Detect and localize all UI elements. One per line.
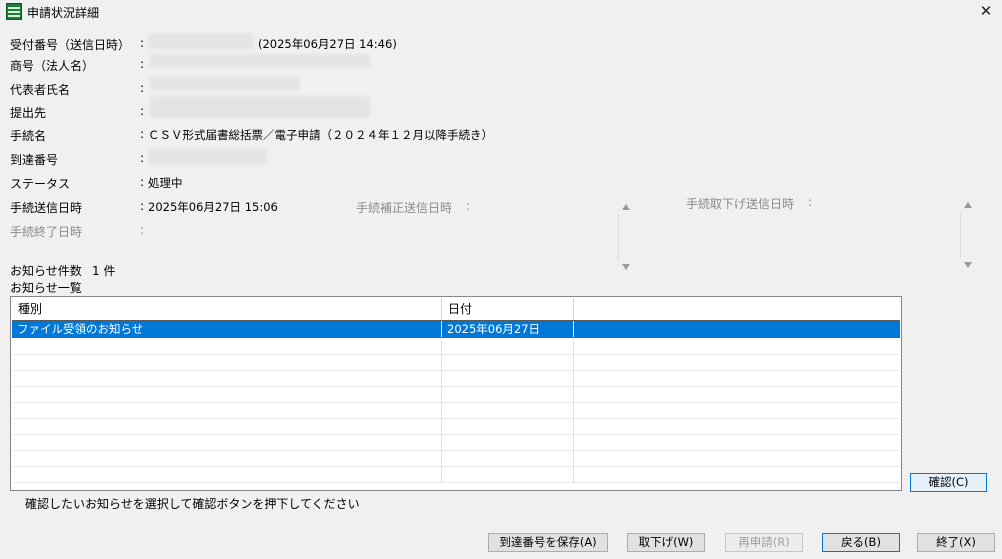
table-header: 種別 日付 — [12, 298, 900, 321]
receipt-no-colon: : — [140, 36, 145, 50]
representative-colon: : — [140, 81, 145, 95]
app-icon — [6, 3, 22, 20]
empty-cell — [442, 338, 574, 354]
withdraw-button[interactable]: 取下げ(W) — [627, 533, 705, 552]
table-row[interactable] — [12, 354, 900, 371]
arrival-no-redacted — [148, 148, 266, 165]
receipt-no-redacted — [148, 33, 254, 49]
submit-to-redacted — [150, 96, 370, 118]
table-row[interactable] — [12, 418, 900, 435]
empty-cell — [12, 354, 442, 370]
table-row[interactable] — [12, 402, 900, 419]
notice-table[interactable]: 種別 日付 ファイル受領のお知らせ 2025年06月27日 15:35 — [10, 296, 902, 491]
notice-count-value: 1 件 — [92, 264, 116, 278]
table-row-selected[interactable]: ファイル受領のお知らせ 2025年06月27日 15:35 — [12, 321, 900, 338]
correction-scrollbar[interactable] — [618, 196, 634, 276]
notice-count-label: お知らせ件数 — [10, 264, 82, 278]
representative-label: 代表者氏名 — [10, 83, 71, 97]
reapply-button[interactable]: 再申請(R) — [725, 533, 803, 552]
table-row[interactable] — [12, 450, 900, 467]
receipt-no-label: 受付番号（送信日時） — [10, 38, 131, 52]
withdraw-sent-colon: : — [808, 195, 813, 209]
ended-at-colon: : — [140, 223, 145, 237]
empty-cell — [442, 418, 574, 434]
empty-cell — [12, 338, 442, 354]
table-row[interactable] — [12, 338, 900, 355]
scroll-down-icon[interactable] — [964, 262, 972, 268]
sent-at-label: 手続送信日時 — [10, 201, 83, 215]
table-row[interactable] — [12, 386, 900, 403]
sent-at-colon: : — [140, 199, 145, 213]
save-arrival-button[interactable]: 到達番号を保存(A) — [488, 533, 608, 552]
column-header-type[interactable]: 種別 — [12, 298, 442, 320]
empty-cell — [442, 370, 574, 386]
withdraw-divider — [960, 212, 961, 258]
procedure-value: ＣＳＶ形式届書総括票／電子申請（２０２４年１２月以降手続き） — [148, 128, 493, 142]
close-icon[interactable]: ✕ — [970, 0, 1002, 22]
arrival-no-label: 到達番号 — [10, 153, 59, 167]
confirm-button[interactable]: 確認(C) — [910, 473, 987, 492]
status-colon: : — [140, 175, 145, 189]
table-row[interactable] — [12, 434, 900, 451]
arrival-no-colon: : — [140, 151, 145, 165]
withdraw-scrollbar[interactable] — [960, 196, 976, 276]
procedure-colon: : — [140, 127, 145, 141]
empty-cell — [442, 386, 574, 402]
window-title: 申請状況詳細 — [27, 6, 100, 20]
empty-cell — [12, 402, 442, 418]
submit-to-colon: : — [140, 104, 145, 118]
empty-cell — [12, 370, 442, 386]
back-button[interactable]: 戻る(B) — [822, 533, 900, 552]
trade-name-label: 商号（法人名） — [10, 59, 95, 73]
correction-divider — [618, 214, 619, 260]
empty-cell — [442, 450, 574, 466]
empty-cell — [12, 466, 442, 482]
scroll-down-icon[interactable] — [622, 264, 630, 270]
status-value: 処理中 — [148, 176, 183, 190]
sent-at-value: 2025年06月27日 15:06 — [148, 200, 278, 214]
correction-sent-label: 手続補正送信日時 — [356, 201, 453, 215]
procedure-label: 手続名 — [10, 129, 47, 143]
empty-cell — [12, 434, 442, 450]
column-header-date[interactable]: 日付 — [442, 298, 574, 320]
representative-redacted — [150, 76, 300, 90]
trade-name-colon: : — [140, 57, 145, 71]
row-date-cell: 2025年06月27日 15:35 — [442, 321, 574, 337]
title-bar: 申請状況詳細 ✕ — [0, 0, 1002, 22]
table-row[interactable] — [12, 370, 900, 387]
status-label: ステータス — [10, 177, 71, 191]
empty-cell — [12, 450, 442, 466]
row-type-cell: ファイル受領のお知らせ — [12, 321, 442, 337]
scroll-up-icon[interactable] — [964, 202, 972, 208]
empty-cell — [442, 354, 574, 370]
empty-cell — [442, 402, 574, 418]
trade-name-redacted — [150, 54, 370, 68]
empty-cell — [442, 434, 574, 450]
correction-sent-colon: : — [466, 199, 471, 213]
receipt-no-value: (2025年06月27日 14:46) — [258, 37, 397, 51]
row-empty-cell — [574, 321, 900, 337]
exit-button[interactable]: 終了(X) — [917, 533, 995, 552]
submit-to-label: 提出先 — [10, 106, 47, 120]
notice-hint: 確認したいお知らせを選択して確認ボタンを押下してください — [25, 497, 360, 511]
withdraw-sent-label: 手続取下げ送信日時 — [686, 197, 795, 211]
empty-cell — [12, 418, 442, 434]
empty-cell — [442, 466, 574, 482]
notice-list-label: お知らせ一覧 — [10, 281, 82, 295]
empty-cell — [12, 386, 442, 402]
scroll-up-icon[interactable] — [622, 204, 630, 210]
table-row[interactable] — [12, 466, 900, 483]
column-header-empty[interactable] — [574, 298, 900, 320]
ended-at-label: 手続終了日時 — [10, 225, 83, 239]
